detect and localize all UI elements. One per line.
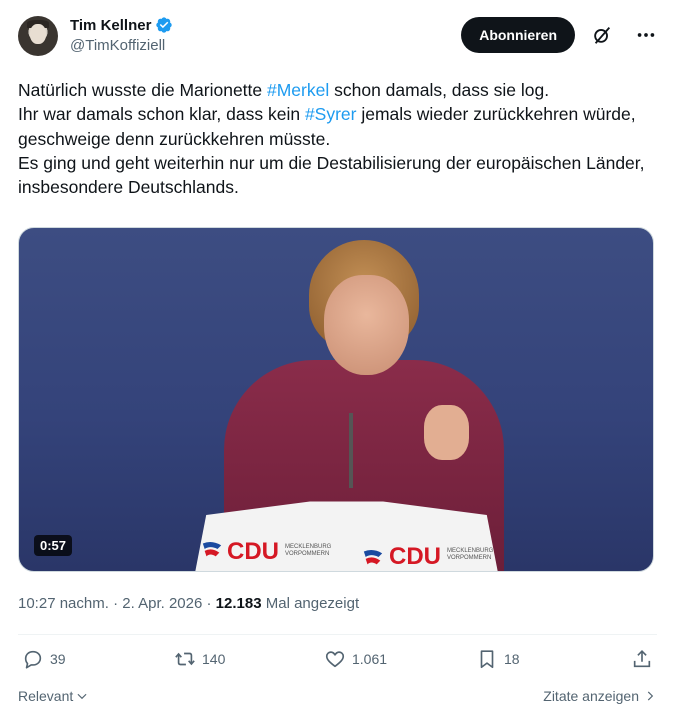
tweet-header: Tim Kellner @TimKoffiziell Abonnieren [18, 14, 657, 62]
view-quotes-label: Zitate anzeigen [543, 688, 639, 704]
cdu-flag-icon-left [202, 542, 222, 557]
video-player[interactable]: CDU MECKLENBURG VORPOMMERN CDU MECKLENBU… [18, 227, 654, 572]
repost-icon [175, 652, 195, 666]
bookmark-icon [480, 650, 494, 669]
bookmark-button[interactable]: 18 [476, 648, 520, 670]
divider [18, 634, 657, 635]
share-button[interactable] [631, 648, 653, 670]
tweet-text-line2-pre: Ihr war damals schon klar, dass kein [18, 104, 305, 125]
avatar[interactable] [18, 16, 58, 56]
name-row: Tim Kellner [70, 16, 173, 34]
tweet-text-line1-pre: Natürlich wusste die Marionette [18, 80, 267, 100]
tweet-text-line3: Es ging und geht weiterhin nur um die De… [18, 152, 645, 198]
share-icon [633, 650, 651, 668]
cdu-logo-right: CDU [389, 543, 441, 570]
sort-dropdown[interactable]: Relevant [18, 688, 89, 704]
more-options-icon[interactable] [635, 24, 657, 46]
chevron-right-icon [647, 691, 654, 701]
speaker-hand [424, 405, 469, 460]
sort-label: Relevant [18, 688, 74, 704]
cdu-flag-icon-right [363, 550, 383, 565]
tweet-text: Natürlich wusste die Marionette #Merkel … [18, 78, 658, 199]
speaker-face [324, 275, 409, 375]
cdu-subtext-right: MECKLENBURG VORPOMMERN [447, 548, 494, 561]
avatar-face [30, 24, 46, 44]
hashtag-syrer[interactable]: #Syrer [305, 104, 357, 124]
like-count: 1.061 [352, 651, 388, 667]
tweet-date[interactable]: 2. Apr. 2026 [122, 595, 202, 612]
handle[interactable]: @TimKoffiziell [70, 37, 173, 54]
cdu-subtext-left: MECKLENBURG VORPOMMERN [285, 544, 332, 557]
grok-icon[interactable] [591, 24, 613, 46]
cdu-logo-left: CDU [227, 538, 279, 565]
subscribe-button[interactable]: Abonnieren [461, 17, 575, 53]
reply-button[interactable]: 39 [22, 648, 66, 670]
action-bar: 39 140 1.061 18 [18, 648, 657, 676]
meta-separator: · [202, 595, 216, 612]
meta-separator: · [108, 595, 123, 612]
view-count-label: Mal angezeigt [261, 595, 360, 612]
chevron-down-icon [77, 693, 87, 700]
video-duration-badge: 0:57 [34, 535, 73, 556]
reply-count: 39 [50, 651, 66, 667]
like-button[interactable]: 1.061 [324, 648, 387, 670]
verified-badge-icon [156, 17, 173, 33]
hashtag-merkel[interactable]: #Merkel [267, 80, 329, 100]
microphone [349, 413, 353, 488]
bookmark-count: 18 [504, 651, 520, 667]
author-block: Tim Kellner @TimKoffiziell [70, 16, 173, 54]
repost-count: 140 [202, 651, 226, 667]
tweet-time[interactable]: 10:27 nachm. [18, 595, 109, 612]
heart-icon [325, 651, 345, 668]
repost-button[interactable]: 140 [174, 648, 225, 670]
view-quotes-link[interactable]: Zitate anzeigen [543, 688, 657, 704]
display-name[interactable]: Tim Kellner [70, 17, 151, 34]
tweet-meta: 10:27 nachm. · 2. Apr. 2026 · 12.183 Mal… [18, 595, 359, 612]
reply-icon [24, 650, 42, 669]
tweet-text-line1-post: schon damals, dass sie log. [329, 80, 550, 100]
view-count: 12.183 [215, 595, 262, 612]
